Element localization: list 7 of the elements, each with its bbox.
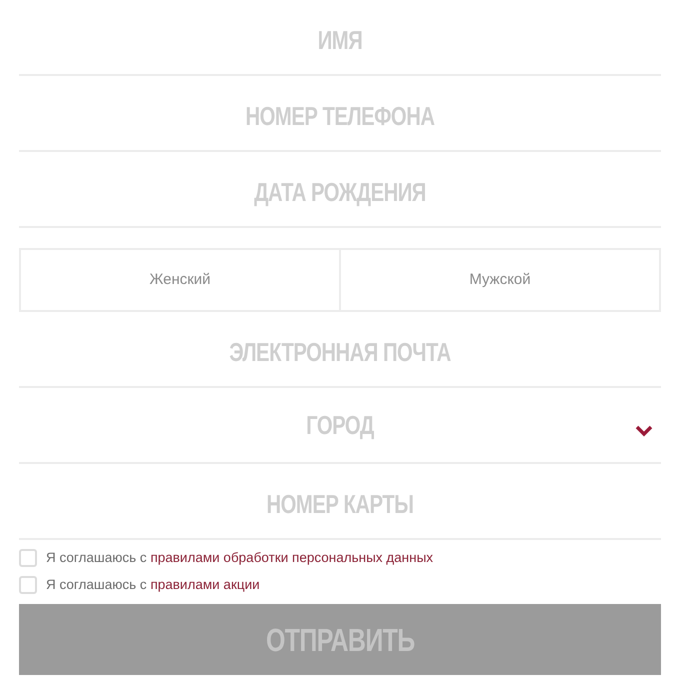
checkbox[interactable]	[19, 576, 37, 594]
chevron-down-icon	[635, 425, 653, 437]
rules-link[interactable]: правилами акции	[150, 576, 260, 592]
agreement-text: Я соглашаюсь с правилами обработки персональных данных	[46, 548, 434, 567]
rules-link[interactable]: правилами обработки персональных данных	[150, 550, 434, 565]
agreement-text: Я соглашаюсь с правилами акции	[46, 576, 260, 594]
checkbox[interactable]	[19, 549, 37, 567]
